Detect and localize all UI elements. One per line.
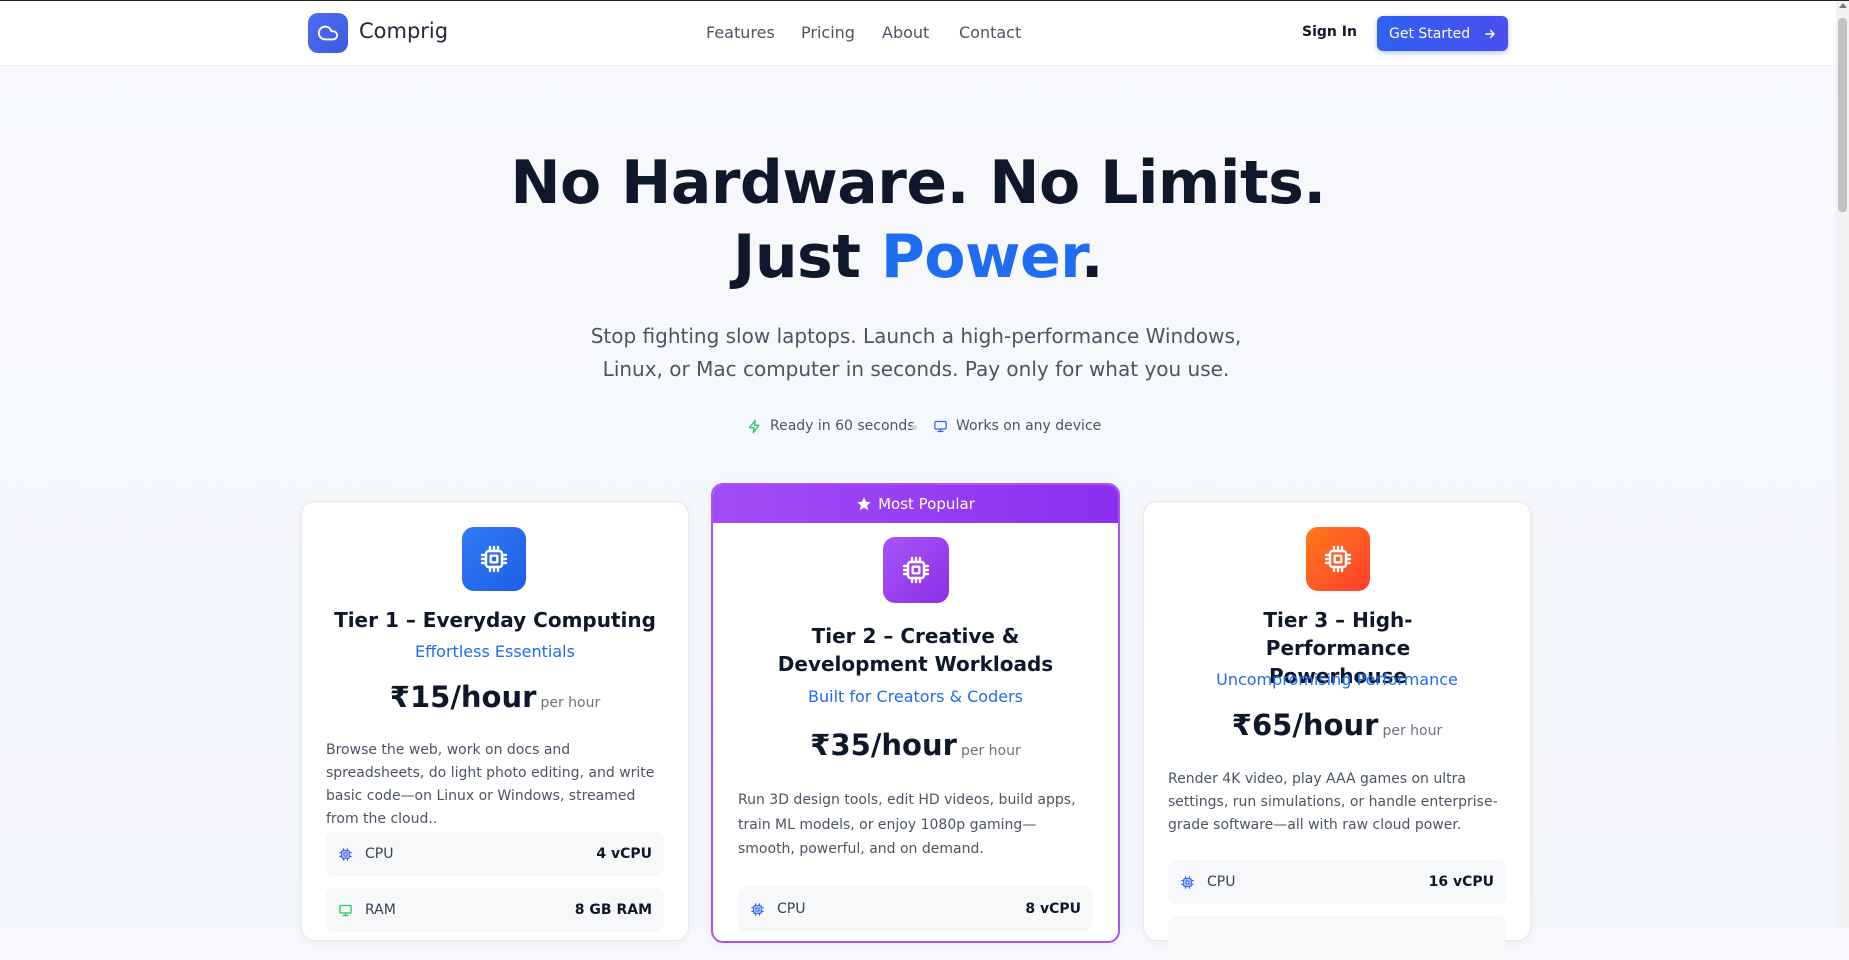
feature-ready-text: Ready in 60 seconds xyxy=(770,418,915,434)
tier3-spec-next xyxy=(1168,916,1506,960)
tier3-tagline: Uncompromising Performance xyxy=(1216,670,1458,689)
scroll-up-arrow-icon[interactable] xyxy=(1839,3,1847,8)
hero-subtitle: Stop fighting slow laptops. Launch a hig… xyxy=(590,324,1242,381)
tier1-price-unit: per hour xyxy=(540,695,601,711)
tier2-chip-badge xyxy=(883,537,949,603)
cpu-icon xyxy=(751,902,764,916)
feature-separator-dot xyxy=(912,425,917,430)
tier3-chip-badge xyxy=(1306,527,1370,591)
feature-ready: Ready in 60 seconds xyxy=(747,418,915,434)
tier3-description: Render 4K video, play AAA games on ultra… xyxy=(1168,771,1498,833)
tier1-spec-cpu-label: CPU xyxy=(365,846,394,862)
tier2-price-unit: per hour xyxy=(960,743,1021,759)
tier1-description: Browse the web, work on docs and spreads… xyxy=(326,742,655,827)
top-navbar: Comprig Features Pricing About Contact S… xyxy=(0,1,1836,66)
tier2-description: Run 3D design tools, edit HD videos, bui… xyxy=(738,792,1076,857)
scrollbar-thumb[interactable] xyxy=(1838,18,1847,212)
tier1-spec-cpu: CPU 4 vCPU xyxy=(326,832,664,876)
tier2-tagline: Built for Creators & Coders xyxy=(808,687,1023,706)
tier1-chip-badge xyxy=(462,527,526,591)
tier3-spec-cpu: CPU 16 vCPU xyxy=(1168,860,1506,904)
brand-name[interactable]: Comprig xyxy=(359,19,448,43)
tier2-spec-cpu-label: CPU xyxy=(777,901,806,917)
tier3-price-unit: per hour xyxy=(1382,723,1443,739)
tier1-spec-cpu-value: 4 vCPU xyxy=(596,846,652,862)
tier1-spec-ram-label: RAM xyxy=(365,902,396,918)
feature-any-device: Works on any device xyxy=(933,418,1101,434)
brand-logo[interactable] xyxy=(308,13,348,53)
monitor-icon xyxy=(339,904,352,916)
tier3-price-value: ₹65/hour xyxy=(1231,708,1379,742)
arrow-right-icon xyxy=(1485,29,1495,38)
tier1-price: ₹15/hour per hour xyxy=(302,680,688,714)
tier1-spec-ram: RAM 8 GB RAM xyxy=(326,888,664,932)
feature-any-device-text: Works on any device xyxy=(956,418,1102,434)
tier2-title: Tier 2 – Creative & Development Workload… xyxy=(777,624,1054,676)
cpu-icon xyxy=(480,545,508,573)
tier2-spec-cpu-value: 8 vCPU xyxy=(1025,901,1081,917)
sign-in-link[interactable]: Sign In xyxy=(1302,24,1357,40)
get-started-button[interactable]: Get Started xyxy=(1377,16,1508,51)
tier3-spec-cpu-label: CPU xyxy=(1207,874,1236,890)
tier1-tagline: Effortless Essentials xyxy=(415,642,575,661)
tier2-spec-cpu: CPU 8 vCPU xyxy=(738,887,1093,931)
cpu-icon xyxy=(1324,545,1352,573)
cloud-icon xyxy=(317,25,339,41)
hero-line2-accent: Power xyxy=(880,222,1081,292)
lightning-icon xyxy=(748,419,760,433)
nav-link-contact[interactable]: Contact xyxy=(959,23,1021,42)
pricing-card-tier3: Tier 3 – High-Performance Powerhouse Unc… xyxy=(1143,501,1531,960)
nav-link-features[interactable]: Features xyxy=(706,23,775,42)
tier3-spec-cpu-value: 16 vCPU xyxy=(1428,874,1494,890)
cpu-icon xyxy=(902,556,930,584)
nav-link-about[interactable]: About xyxy=(882,23,929,42)
most-popular-label: Most Popular xyxy=(878,495,975,513)
tier3-price: ₹65/hour per hour xyxy=(1144,708,1530,742)
tier1-title: Tier 1 – Everyday Computing xyxy=(334,608,656,632)
tier1-spec-ram-value: 8 GB RAM xyxy=(574,902,652,918)
tier2-price: ₹35/hour per hour xyxy=(713,728,1118,762)
star-icon xyxy=(857,497,871,511)
get-started-label: Get Started xyxy=(1389,25,1471,42)
hero-headline-line2: Just Power. xyxy=(0,222,1836,292)
cpu-icon xyxy=(339,847,352,861)
hero-headline-line1: No Hardware. No Limits. xyxy=(510,148,1326,218)
nav-link-pricing[interactable]: Pricing xyxy=(801,23,855,42)
cpu-icon xyxy=(1181,875,1194,889)
monitor-icon xyxy=(934,420,947,432)
pricing-card-tier1: Tier 1 – Everyday Computing Effortless E… xyxy=(301,501,689,941)
tier2-price-value: ₹35/hour xyxy=(810,728,957,762)
tier1-price-value: ₹15/hour xyxy=(389,680,537,714)
pricing-card-tier2: Most Popular Tier 2 – Creative & Develop… xyxy=(711,483,1120,943)
most-popular-banner: Most Popular xyxy=(713,485,1118,523)
hero-line2-prefix: Just xyxy=(733,222,881,292)
hero-line2-suffix: . xyxy=(1080,222,1104,292)
